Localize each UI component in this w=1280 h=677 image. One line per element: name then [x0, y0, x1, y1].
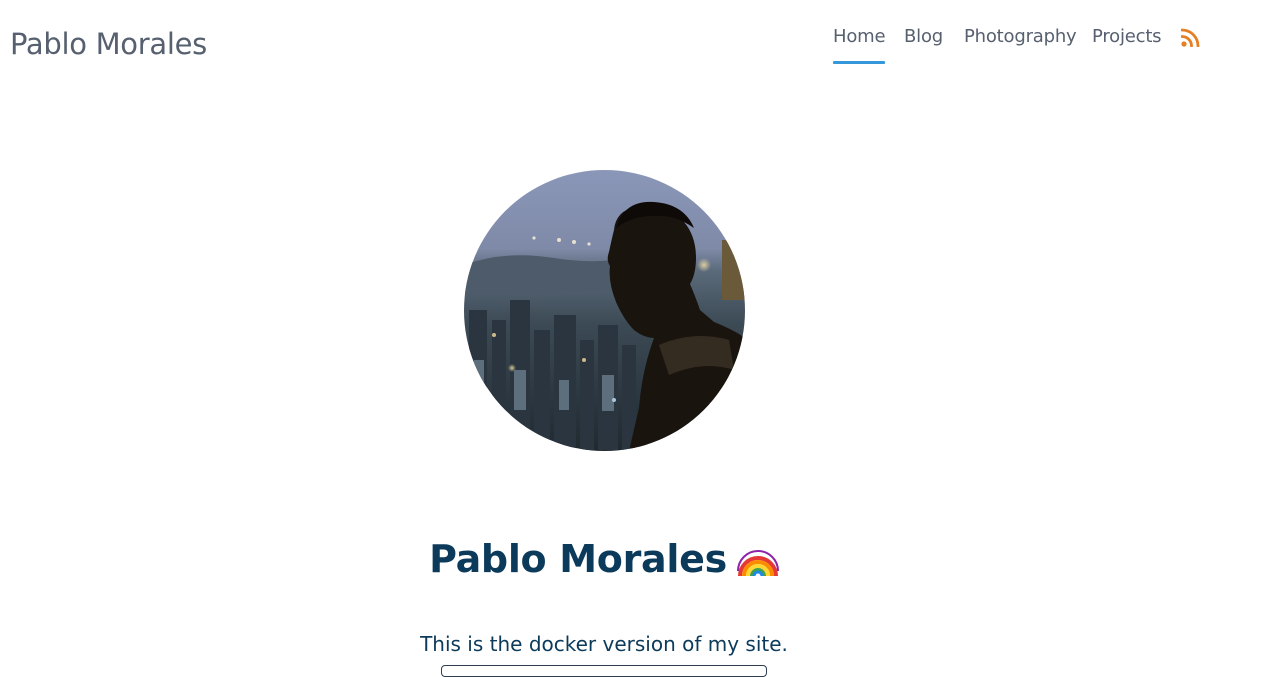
action-button[interactable]: [441, 665, 767, 677]
tagline: This is the docker version of my site.: [420, 632, 788, 656]
nav-photography[interactable]: Photography: [964, 26, 1077, 47]
nav-projects[interactable]: Projects: [1092, 26, 1162, 47]
profile-name: Pablo Morales: [429, 537, 727, 582]
nav-home[interactable]: Home: [833, 26, 886, 64]
rss-icon[interactable]: [1180, 28, 1200, 48]
rainbow-icon: [736, 538, 779, 578]
site-title[interactable]: Pablo Morales: [10, 27, 207, 61]
nav-blog[interactable]: Blog: [904, 26, 943, 47]
profile-heading: Pablo Morales: [0, 537, 1208, 581]
profile-photo: [464, 170, 745, 451]
